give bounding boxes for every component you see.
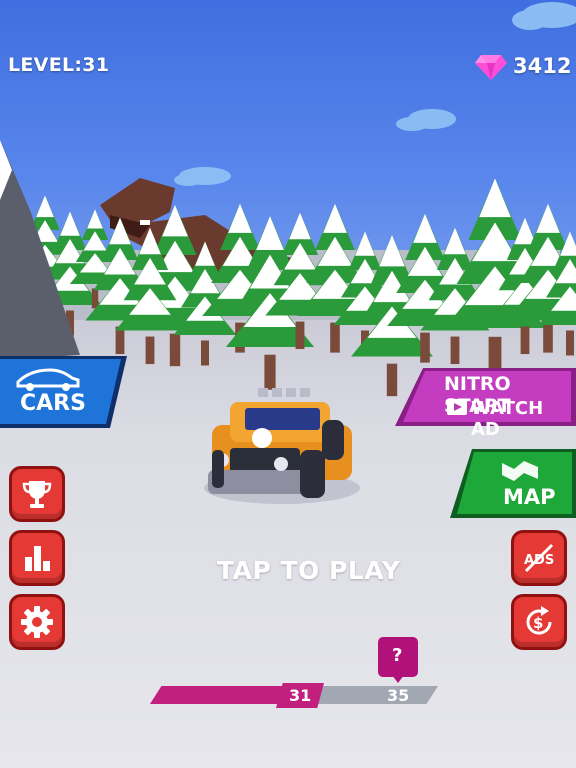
watch-ad-label: WATCH AD <box>471 398 544 440</box>
level-indicator: LEVEL:31 <box>8 54 110 76</box>
bar-chart-icon <box>25 546 50 571</box>
mystery-reward-label: ? <box>392 645 403 666</box>
tap-to-play-prompt[interactable]: TAP TO PLAY <box>217 556 400 585</box>
next-reward-level-number: 35 <box>387 686 410 705</box>
map-label: MAP <box>503 485 556 509</box>
gem-count: 3412 <box>513 54 572 78</box>
leaderboard-button[interactable] <box>9 530 65 586</box>
svg-text:$: $ <box>533 614 543 632</box>
restore-purchase-icon: $ <box>526 606 552 635</box>
cars-label: CARS <box>20 391 86 416</box>
no-ads-icon: ADS <box>524 543 554 573</box>
game-scene[interactable]: LEVEL:31 3412 CARS NITRO START WATCH AD … <box>0 0 576 768</box>
diamond-icon <box>475 55 507 80</box>
settings-button[interactable] <box>9 594 65 650</box>
gear-icon <box>21 606 53 638</box>
no-ads-button[interactable]: ADS <box>511 530 567 586</box>
video-ad-icon <box>447 399 467 415</box>
restore-purchase-button[interactable]: $ <box>511 594 567 650</box>
current-level-number: 31 <box>289 686 312 705</box>
trophy-button[interactable] <box>9 466 65 522</box>
trophy-icon <box>22 481 52 508</box>
map-button[interactable] <box>450 447 576 520</box>
level-progress-fill <box>150 686 294 704</box>
svg-text:ADS: ADS <box>524 553 554 568</box>
